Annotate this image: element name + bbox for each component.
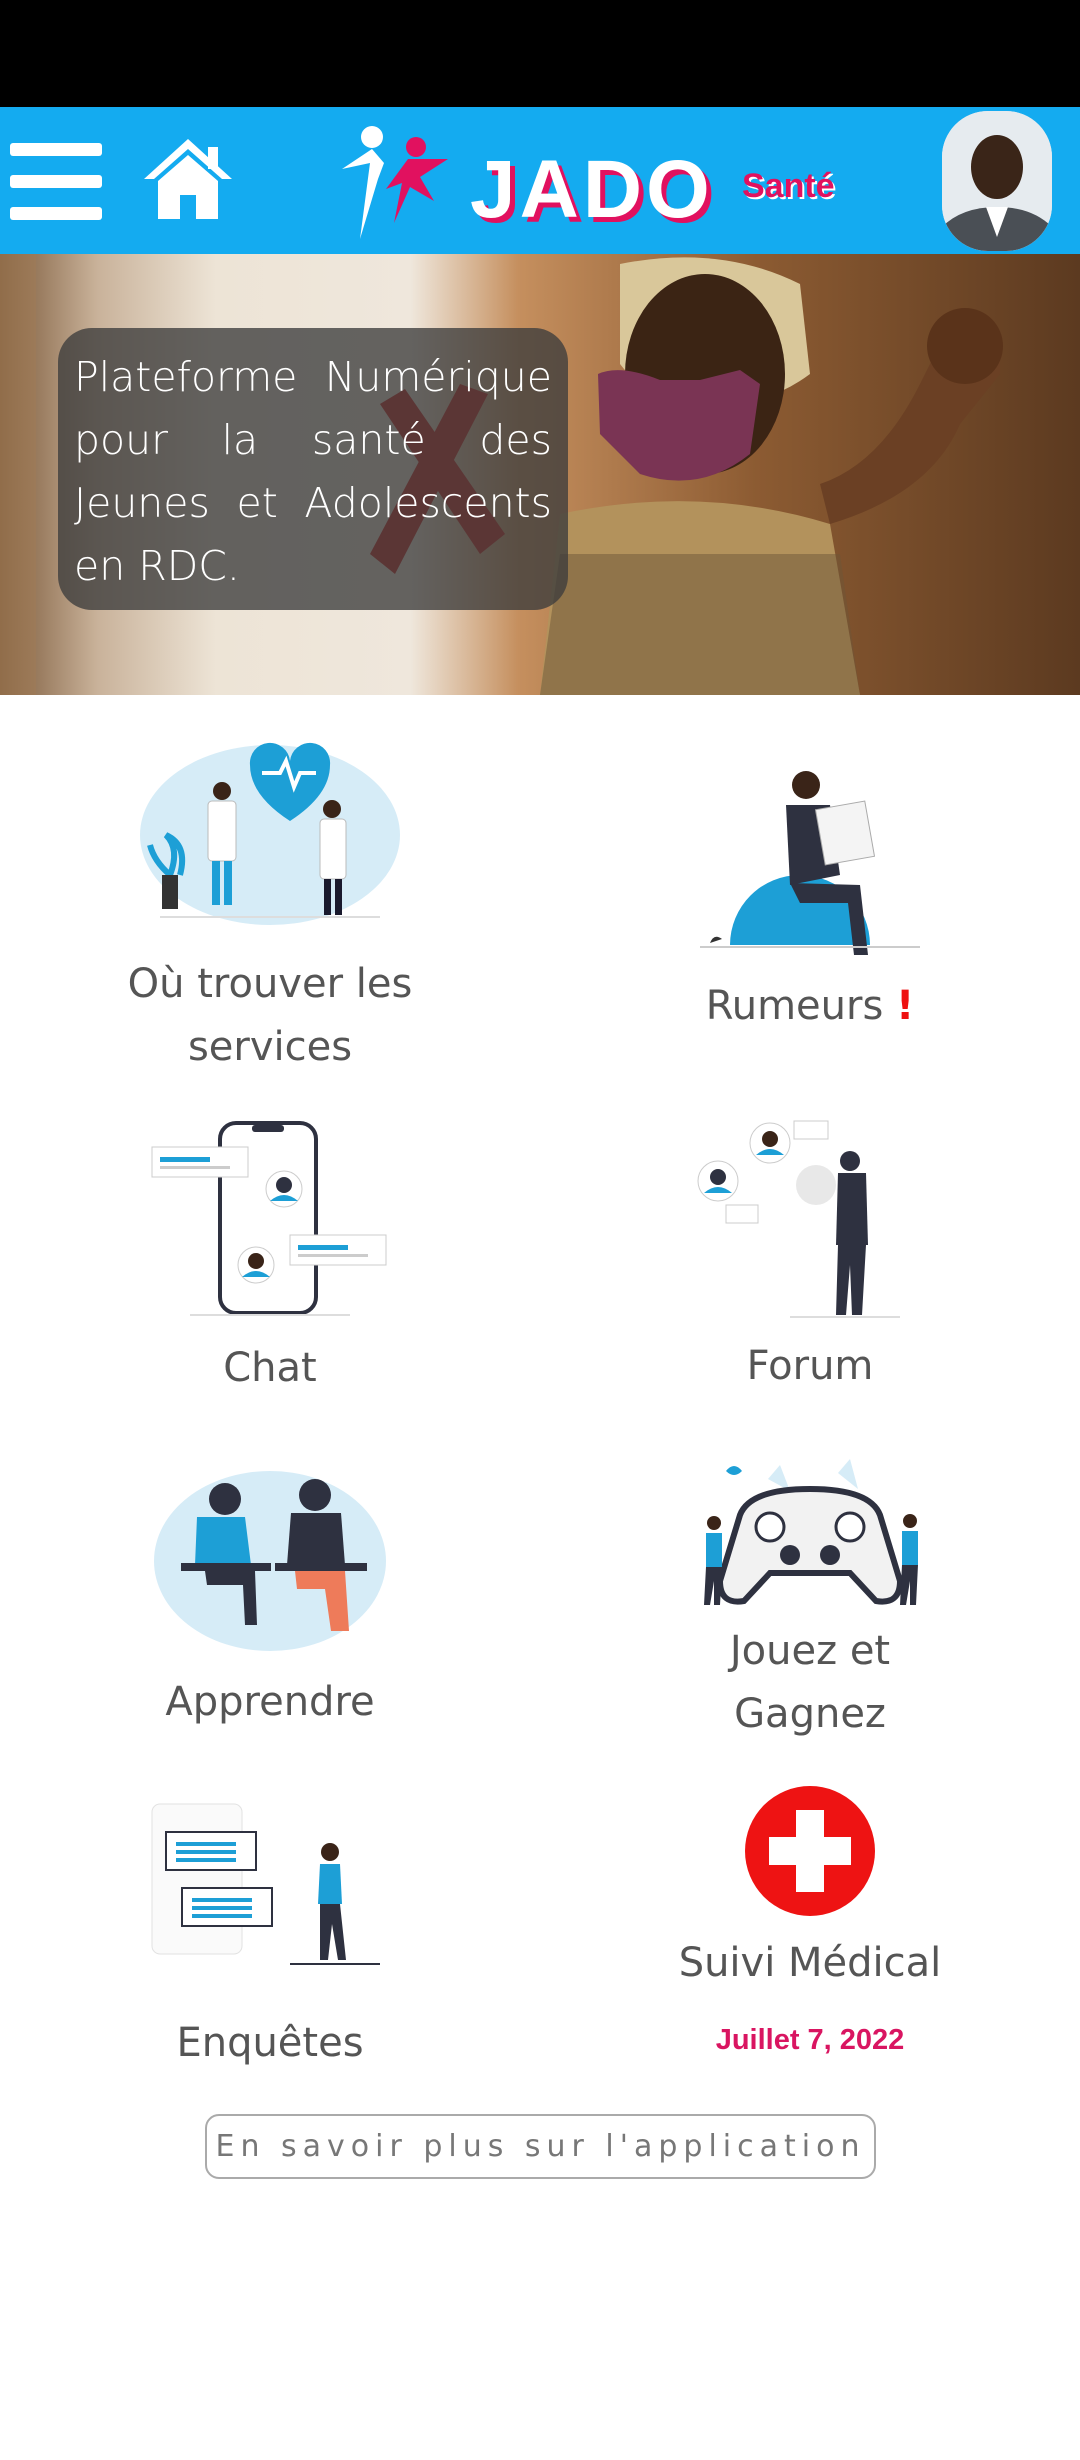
tile-rumeurs[interactable]: Rumeurs !	[630, 735, 990, 1075]
date-label: Juillet 7, 2022	[715, 2024, 905, 2056]
forum-discussion-illustration-icon	[697, 1120, 900, 1318]
tile-label: Où trouver les services	[127, 961, 413, 1070]
tile-label: Forum	[746, 1343, 874, 1389]
tile-label: Rumeurs	[705, 983, 884, 1029]
tile-label: Suivi Médical	[678, 1940, 942, 1986]
students-learning-illustration-icon	[154, 1471, 386, 1651]
tile-label: Apprendre	[165, 1679, 375, 1725]
hero-caption: Plateforme Numérique pour la santé des J…	[74, 353, 552, 590]
phone-chat-illustration-icon	[151, 1121, 387, 1316]
tile-find-services[interactable]: Où trouver les services	[90, 735, 450, 1075]
logo-figures-icon	[342, 126, 448, 239]
tile-label: Chat	[223, 1345, 317, 1391]
hero-caption-box: Plateforme Numérique pour la santé des J…	[58, 328, 568, 610]
tile-suivi-medical[interactable]: Suivi Médical	[630, 1780, 990, 2010]
tile-chat[interactable]: Chat	[90, 1115, 450, 1405]
tile-label: Enquêtes	[176, 2020, 364, 2066]
tile-jouez-gagnez[interactable]: Jouez et Gagnez	[630, 1455, 990, 1745]
hero-banner: Plateforme Numérique pour la santé des J…	[0, 254, 1080, 695]
avatar[interactable]	[942, 111, 1052, 251]
home-icon[interactable]	[138, 135, 238, 225]
doctors-illustration-icon	[140, 742, 400, 925]
exclamation-icon: !	[896, 983, 915, 1029]
medical-cross-icon	[745, 1786, 875, 1916]
hamburger-menu-icon[interactable]	[10, 143, 102, 221]
tile-enquetes[interactable]: Enquêtes	[90, 1800, 450, 2090]
tile-forum[interactable]: Forum	[630, 1115, 990, 1405]
learn-more-button[interactable]: En savoir plus sur l'application	[205, 2114, 876, 2179]
app-subtitle: Santé	[742, 167, 835, 205]
tile-label: Jouez et Gagnez	[729, 1628, 891, 1737]
app-name: JADO	[470, 144, 714, 235]
app-logo: JADO Santé	[330, 119, 890, 247]
tile-apprendre[interactable]: Apprendre	[90, 1455, 450, 1745]
survey-illustration-icon	[151, 1803, 380, 1965]
tile-label-row: Rumeurs !	[630, 975, 990, 1038]
game-controller-illustration-icon	[704, 1459, 918, 1605]
top-app-bar: JADO Santé	[0, 107, 1080, 254]
newspaper-reader-illustration-icon	[700, 771, 920, 955]
status-bar	[0, 0, 1080, 107]
